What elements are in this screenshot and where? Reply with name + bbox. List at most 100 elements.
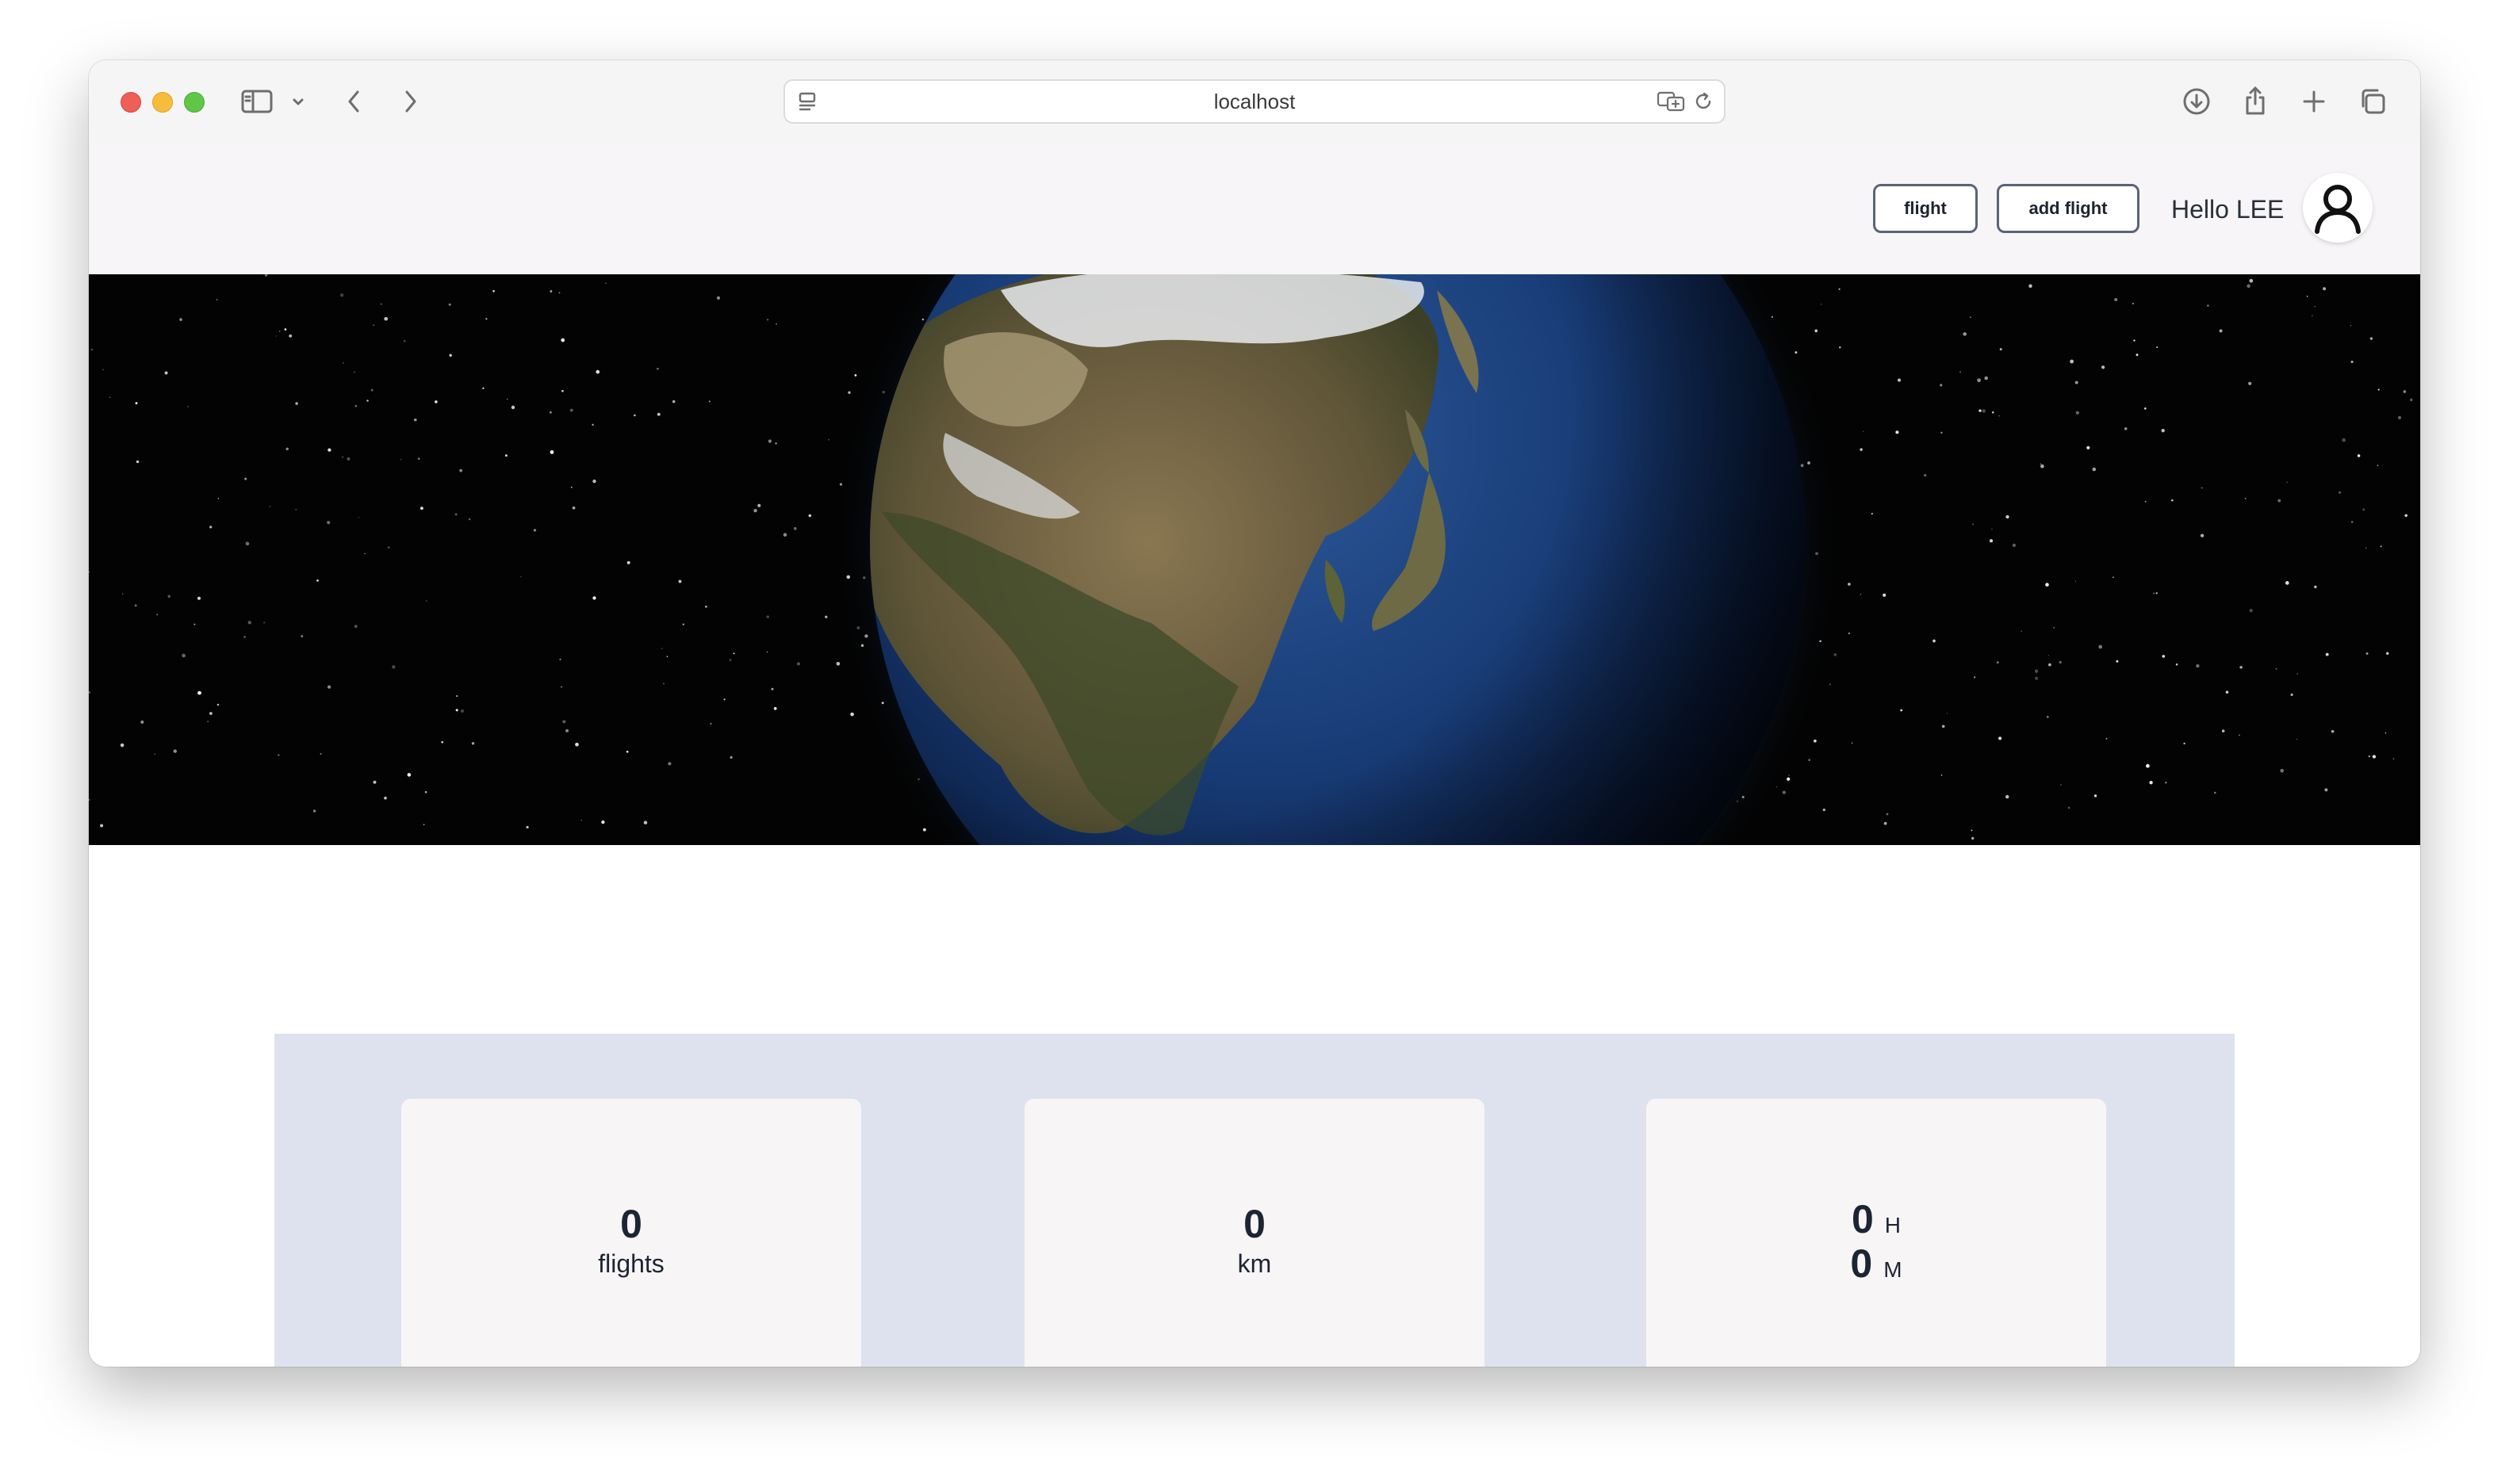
hours-unit: H [1884,1213,1902,1237]
back-arrow-icon[interactable] [339,86,368,117]
downloads-icon[interactable] [2179,84,2214,119]
star [643,820,648,824]
add-flight-button[interactable]: add flight [1997,184,2139,233]
forward-arrow-icon[interactable] [396,86,425,117]
tab-overview-icon[interactable] [2355,84,2390,119]
star [370,388,373,392]
star [1969,316,1971,319]
star [392,665,396,669]
sidebar-toggle-icon[interactable] [239,87,274,116]
star [328,448,331,452]
star [570,486,573,488]
star [596,369,600,374]
stats-section: 0 flights 0 km 0 H 0 M [274,1034,2235,1367]
star [2221,729,2225,732]
translate-icon[interactable] [1656,89,1687,114]
browser-toolbar: localhost [89,60,2420,144]
star [1940,431,1943,434]
star [710,722,712,725]
minutes-unit: M [1883,1257,1902,1282]
distance-card: 0 km [1025,1099,1484,1367]
star [768,439,772,443]
hours-value: 0 [1851,1197,1874,1241]
star [1782,790,1786,794]
star [733,652,735,655]
star [426,600,427,602]
star [626,560,630,564]
star [263,622,266,624]
star [312,809,316,813]
maximize-window-button[interactable] [184,92,205,113]
star [187,405,190,407]
reload-icon[interactable] [1691,89,1716,114]
star [2092,467,2097,472]
share-icon[interactable] [2238,82,2273,119]
star [284,328,287,331]
star [2175,663,2178,666]
star [102,369,104,371]
star [2214,791,2216,794]
address-bar[interactable]: localhost [783,79,1726,124]
star [766,615,769,618]
star [2239,665,2243,669]
star [120,743,124,748]
star [353,371,356,373]
star [771,687,774,690]
star [435,400,438,404]
star [2040,464,2044,469]
star [384,796,387,800]
star [657,412,661,416]
star [666,656,668,658]
star [403,339,406,342]
star [550,411,552,414]
star [2369,337,2373,340]
star [2201,487,2203,489]
star [441,740,443,744]
star [1808,759,1810,761]
star [2105,737,2108,740]
star [2207,304,2209,307]
star [2365,652,2369,655]
star [1991,528,1993,530]
star [122,593,124,595]
user-greeting: Hello LEE [2171,195,2285,224]
star [89,798,90,801]
star [316,579,319,582]
star [2392,758,2395,759]
star [797,662,800,666]
star [414,418,417,422]
chevron-down-icon[interactable] [289,90,308,113]
star [808,514,812,518]
star [448,303,451,306]
star [716,296,721,300]
star [1971,829,1973,832]
star [2219,329,2223,333]
user-avatar-icon[interactable] [2303,173,2373,243]
star [2410,398,2413,402]
star [1829,683,1831,686]
star [1848,633,1850,634]
star [327,521,331,525]
star [343,361,344,364]
star [565,729,569,732]
star [825,615,828,618]
star [2067,806,2070,809]
star [295,402,298,405]
close-window-button[interactable] [121,92,141,113]
minimize-window-button[interactable] [152,92,173,113]
star [455,709,458,712]
star [550,289,553,293]
star [2162,655,2166,658]
star [471,742,475,745]
star [561,338,565,342]
star [592,596,596,600]
star [1959,371,1961,373]
star [134,604,137,607]
star [1814,329,1818,333]
star [850,712,854,717]
star [1897,378,1902,382]
new-tab-icon[interactable] [2296,84,2331,119]
star [100,824,104,828]
star [729,659,732,661]
flight-button[interactable]: flight [1873,184,1978,233]
